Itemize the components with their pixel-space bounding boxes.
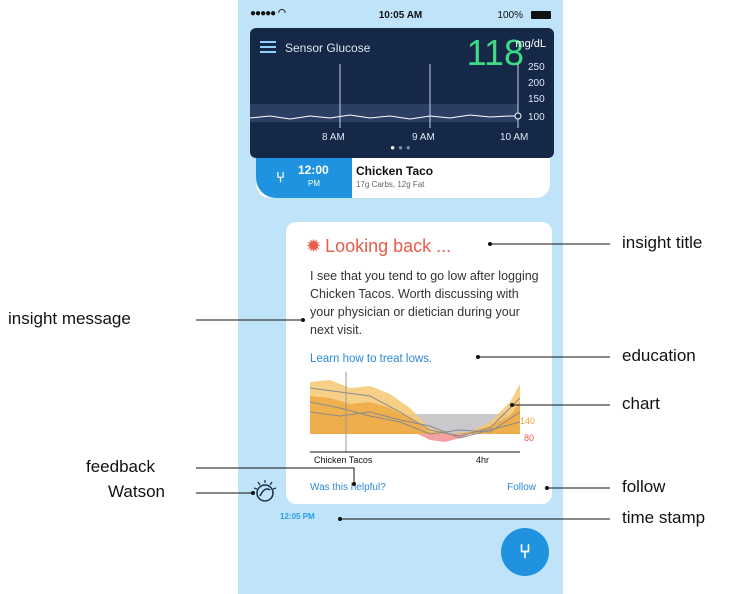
- page-indicator[interactable]: ●●●: [250, 143, 554, 152]
- chart-threshold-low: 80: [524, 433, 535, 443]
- menu-icon[interactable]: [260, 41, 276, 53]
- insight-card: ✹ Looking back ... I see that you tend to…: [286, 222, 552, 504]
- follow-button[interactable]: Follow: [507, 482, 536, 493]
- callout-education: education: [622, 346, 696, 365]
- current-point: [514, 112, 522, 120]
- battery-percent: 100%: [497, 10, 523, 21]
- meal-name: Chicken Taco: [356, 164, 434, 178]
- callout-insight-title: insight title: [622, 233, 703, 252]
- x-tick: 8 AM: [322, 132, 345, 143]
- callout-watson: Watson: [108, 482, 166, 501]
- insight-message: I see that you tend to go low after logg…: [310, 269, 539, 337]
- x-tick: 10 AM: [500, 132, 528, 143]
- meal-info: 17g Carbs, 12g Fat: [356, 180, 425, 189]
- callout-chart: chart: [622, 394, 660, 413]
- battery-icon: [531, 11, 551, 19]
- meal-ampm: PM: [308, 179, 320, 188]
- callout-time-stamp: time stamp: [622, 508, 706, 527]
- status-bar: ●●●●● ◠ 10:05 AM 100%: [238, 0, 563, 26]
- log-meal-button[interactable]: ⑂: [501, 528, 549, 576]
- insight-chart: [310, 372, 521, 453]
- glucose-unit: mg/dL: [515, 38, 546, 50]
- phone-screen: ●●●●● ◠ 10:05 AM 100% Sensor Glucose 118…: [238, 0, 563, 594]
- feedback-link[interactable]: Was this helpful?: [310, 482, 386, 493]
- callout-insight-message: insight message: [8, 309, 131, 328]
- insight-title: ✹ Looking back ...: [306, 236, 451, 257]
- insight-title-text: Looking back ...: [325, 236, 452, 256]
- callout-feedback: feedback: [86, 457, 155, 476]
- y-tick: 150: [528, 94, 545, 105]
- watson-avatar-icon: [253, 480, 277, 502]
- meal-card[interactable]: ⑂ 12:00 PM Chicken Taco 17g Carbs, 12g F…: [256, 158, 550, 198]
- y-tick: 100: [528, 112, 545, 123]
- x-tick: 9 AM: [412, 132, 435, 143]
- chart-threshold-high: 140: [520, 416, 536, 426]
- chart-x-label-end: 4hr: [476, 455, 490, 465]
- fork-knife-icon: ⑂: [276, 169, 286, 186]
- meal-badge: ⑂ 12:00 PM: [256, 158, 352, 198]
- callout-follow: follow: [622, 477, 666, 496]
- glucose-card[interactable]: Sensor Glucose 118 mg/dL 250 200 150 100…: [250, 28, 554, 158]
- y-tick: 200: [528, 78, 545, 89]
- chart-x-label-start: Chicken Tacos: [314, 455, 373, 465]
- lightbulb-icon: ✹: [306, 236, 322, 256]
- glucose-title: Sensor Glucose: [285, 41, 371, 55]
- education-link[interactable]: Learn how to treat lows.: [310, 353, 432, 365]
- y-tick: 250: [528, 62, 545, 73]
- meal-time: 12:00: [298, 163, 329, 177]
- fork-knife-icon: ⑂: [519, 541, 531, 563]
- time-stamp: 12:05 PM: [280, 512, 315, 521]
